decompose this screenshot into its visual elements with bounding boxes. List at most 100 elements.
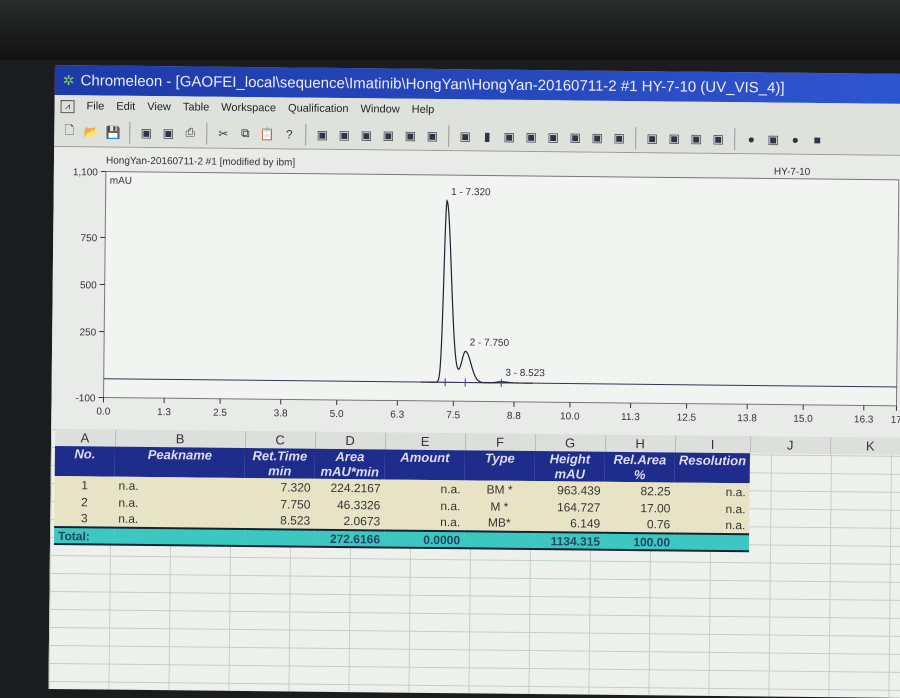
report-icon[interactable]: ▣ [401, 126, 419, 144]
peak-table: ABCDEFGHIJKNo.PeaknameRet.TimeminAreamAU… [54, 429, 900, 554]
vial2-icon[interactable]: ▣ [665, 129, 683, 147]
table-cell[interactable]: 164.727 [534, 498, 604, 516]
table-cell[interactable]: 17.00 [604, 499, 674, 517]
toolbar-separator [448, 125, 449, 147]
table-cell[interactable]: n.a. [674, 483, 749, 501]
x-tick-label: 3.8 [274, 408, 288, 419]
bar-chart-icon[interactable]: ▮ [478, 127, 496, 145]
column-header-k[interactable]: K [830, 437, 900, 455]
column-header-j[interactable]: J [750, 436, 830, 454]
sequence-icon[interactable]: ▣ [137, 123, 155, 141]
grid-icon[interactable]: ▣ [544, 128, 562, 146]
column-header-f[interactable]: F [465, 433, 535, 451]
table-cell[interactable]: 82.25 [604, 482, 674, 500]
table-cell[interactable]: n.a. [384, 479, 464, 497]
cut-icon[interactable]: ✂ [214, 124, 232, 142]
black-box-icon[interactable]: ▣ [357, 126, 375, 144]
camera-icon[interactable]: ▣ [423, 126, 441, 144]
new-icon[interactable]: 🗋 [60, 123, 78, 141]
chart-header: HongYan-20160711-2 #1 [modified by ibm] [106, 156, 296, 169]
table-cell[interactable]: n.a. [674, 500, 749, 518]
sample-name: HY-7-10 [774, 167, 811, 178]
table-cell[interactable]: n.a. [674, 517, 749, 535]
trend-icon[interactable]: ▣ [522, 127, 540, 145]
menu-edit[interactable]: Edit [116, 101, 135, 113]
column-header-e[interactable]: E [385, 432, 465, 450]
menu-table[interactable]: Table [183, 101, 209, 113]
menu-help[interactable]: Help [412, 104, 435, 116]
drop-icon[interactable]: ● [742, 130, 760, 148]
chromatogram-panel: HongYan-20160711-2 #1 [modified by ibm] H… [51, 147, 900, 438]
menu-qualification[interactable]: Qualification [288, 102, 349, 115]
table-cell[interactable]: 2 [54, 493, 114, 511]
window-icon[interactable]: ▣ [456, 127, 474, 145]
pump-icon[interactable]: ▣ [709, 129, 727, 147]
inject-icon[interactable]: ▣ [764, 130, 782, 148]
matrix-icon[interactable]: ▣ [588, 128, 606, 146]
column-header-h[interactable]: H [605, 435, 675, 453]
table-cell[interactable]: 0.76 [604, 516, 674, 534]
column-header-c[interactable]: C [245, 431, 315, 449]
vial-icon[interactable]: ▣ [643, 129, 661, 147]
print-icon[interactable]: ⎙ [181, 124, 199, 142]
circle-icon[interactable]: ● [786, 130, 804, 148]
menu-view[interactable]: View [147, 101, 171, 113]
menu-file[interactable]: File [87, 100, 105, 112]
table-icon[interactable]: ▣ [159, 124, 177, 142]
integration-icon[interactable]: ▣ [335, 125, 353, 143]
column-header-g[interactable]: G [535, 434, 605, 452]
table-cell[interactable]: 224.2167 [315, 479, 385, 497]
column-header-a[interactable]: A [55, 429, 115, 447]
column-header-i[interactable]: I [675, 436, 750, 454]
table-cell[interactable]: n.a. [384, 513, 464, 531]
matrix2-icon[interactable]: ▣ [610, 128, 628, 146]
table-cell[interactable]: 3 [54, 510, 114, 528]
toolbar-separator [734, 128, 735, 150]
column-header-d[interactable]: D [315, 432, 385, 450]
menu-window[interactable]: Window [361, 103, 400, 115]
header-unit: % [609, 467, 671, 483]
help-icon[interactable]: ? [280, 125, 298, 143]
table-cell[interactable]: 7.320 [245, 478, 315, 496]
table-cell[interactable]: 2.0673 [314, 513, 384, 531]
column-header-b[interactable]: B [115, 430, 245, 448]
total-cell: 100.00 [604, 533, 674, 551]
document-icon[interactable]: ⩘ [61, 100, 75, 113]
peak-icon[interactable]: ▣ [500, 127, 518, 145]
table-cell[interactable]: BM * [464, 480, 534, 498]
table-cell[interactable]: 7.750 [244, 495, 314, 513]
table-cell[interactable]: 6.149 [534, 515, 604, 533]
menu-workspace[interactable]: Workspace [221, 102, 276, 115]
plot-area [104, 172, 899, 406]
table-header: HeightmAU [535, 451, 605, 482]
y-tick-label: 500 [80, 280, 97, 291]
toolbar-separator [305, 123, 306, 145]
table-header: Type [465, 450, 535, 481]
x-tick-label: 17 [891, 415, 900, 426]
y-tick-label: 750 [80, 233, 97, 244]
autosampler-icon[interactable]: ▣ [687, 129, 705, 147]
table-cell[interactable]: n.a. [114, 494, 244, 512]
spectra-icon[interactable]: ▣ [379, 126, 397, 144]
table-cell[interactable]: MB* [464, 514, 534, 532]
paste-icon[interactable]: 📋 [258, 125, 276, 143]
table-cell[interactable]: 1 [55, 476, 115, 494]
table-cell[interactable]: n.a. [384, 496, 464, 514]
x-tick-label: 1.3 [157, 407, 171, 418]
table-cell[interactable]: M * [464, 497, 534, 515]
table-cell[interactable]: 8.523 [244, 512, 314, 530]
table-cell[interactable]: n.a. [115, 477, 245, 495]
peak-label: 2 - 7.750 [470, 338, 510, 349]
stop-icon[interactable]: ■ [808, 130, 826, 148]
calibration-icon[interactable]: ▣ [566, 128, 584, 146]
header-unit: mAU*min [319, 464, 381, 480]
chromatogram-icon[interactable]: ▣ [313, 125, 331, 143]
table-cell[interactable]: n.a. [114, 511, 244, 529]
copy-icon[interactable]: ⧉ [236, 124, 254, 142]
table-cell[interactable]: 46.3326 [314, 496, 384, 514]
open-icon[interactable]: 📂 [82, 123, 100, 141]
table-cell[interactable]: 963.439 [534, 481, 604, 499]
header-label: Ret.Time [249, 448, 311, 464]
save-icon[interactable]: 💾 [104, 123, 122, 141]
total-cell: Total: [54, 527, 114, 545]
